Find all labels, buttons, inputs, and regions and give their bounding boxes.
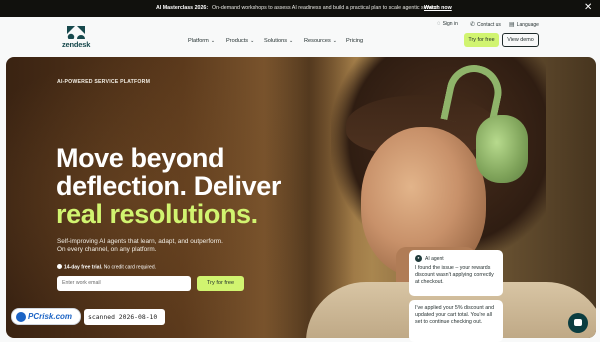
trial-note: 14-day free trial. No credit card requir… xyxy=(57,264,156,271)
headphone-earcup xyxy=(476,115,528,183)
user-icon: ◌ xyxy=(437,21,441,27)
nav-pricing[interactable]: Pricing xyxy=(346,38,363,44)
logo-wordmark: zendesk xyxy=(62,40,91,49)
ai-agent-message-card: ● AI agent I found the issue – your rewa… xyxy=(409,250,503,296)
nav-solutions[interactable]: Solutions ⌄ xyxy=(264,38,293,44)
site-header: zendesk ◌ Sign in ✆ Contact us ▤ Languag… xyxy=(0,17,600,57)
nav-label: Products xyxy=(226,38,249,44)
phone-icon: ✆ xyxy=(470,22,476,28)
nav-label: Platform xyxy=(188,38,209,44)
work-email-input[interactable]: Enter work email xyxy=(57,276,191,291)
announcement-text: On-demand workshops to assess AI readine… xyxy=(212,5,440,11)
trial-note-bold: 14-day free trial. xyxy=(64,264,103,271)
announcement-bar: AI Masterclass 2026: On-demand workshops… xyxy=(0,0,600,17)
ai-agent-avatar: ● xyxy=(415,255,422,262)
close-icon[interactable]: ✕ xyxy=(584,2,592,14)
nav-platform[interactable]: Platform ⌄ xyxy=(188,38,215,44)
hero-headline-line-1: Move beyond xyxy=(56,143,225,173)
chat-launcher-button[interactable] xyxy=(568,313,588,333)
hero-try-for-free-button[interactable]: Try for free xyxy=(197,276,244,291)
sign-in-link[interactable]: ◌ Sign in xyxy=(437,21,458,27)
nav-label: Resources xyxy=(304,38,331,44)
ai-agent-message-1: I found the issue – your rewards discoun… xyxy=(415,265,494,285)
ai-agent-label: AI agent xyxy=(425,255,444,262)
nav-label: Pricing xyxy=(346,38,364,44)
pcrisk-brand: PCrisk.com xyxy=(28,312,73,321)
nav-products[interactable]: Products ⌄ xyxy=(226,38,254,44)
sign-in-label: Sign in xyxy=(442,21,458,27)
trial-note-rest: No credit card required. xyxy=(103,264,156,271)
contact-label: Contact us xyxy=(477,21,501,28)
pcrisk-shield-icon xyxy=(16,312,26,322)
ai-agent-message-2: I've applied your 5% discount and update… xyxy=(415,305,495,325)
hero-subtitle-line-2: On every channel, on any platform. xyxy=(57,246,157,253)
hero-eyebrow: AI-POWERED SERVICE PLATFORM xyxy=(57,79,151,85)
watch-now-link[interactable]: Watch now xyxy=(424,5,452,11)
language-label: Language xyxy=(516,21,539,28)
zendesk-logo-icon xyxy=(67,26,85,39)
pcrisk-watermark: PCrisk.com xyxy=(11,308,81,325)
view-demo-button[interactable]: View demo xyxy=(502,33,539,47)
ai-agent-message-card-2: I've applied your 5% discount and update… xyxy=(409,300,503,342)
ai-agent-header: ● AI agent xyxy=(415,255,497,262)
clock-icon xyxy=(57,264,62,269)
chevron-down-icon: ⌄ xyxy=(210,38,216,44)
language-link[interactable]: ▤ Language xyxy=(509,21,539,29)
hero-subtitle-line-1: Self-improving AI agents that learn, ada… xyxy=(57,238,223,245)
nav-resources[interactable]: Resources ⌄ xyxy=(304,38,337,44)
hero-headline-line-3: real resolutions. xyxy=(56,199,258,229)
chevron-down-icon: ⌄ xyxy=(250,38,255,44)
announcement-title: AI Masterclass 2026: xyxy=(156,5,209,11)
zendesk-logo[interactable]: zendesk xyxy=(62,26,92,50)
chevron-down-icon: ⌄ xyxy=(289,38,294,44)
contact-link[interactable]: ✆ Contact us xyxy=(470,21,501,29)
hero-headline-line-2: deflection. Deliver xyxy=(56,171,281,201)
chevron-down-icon: ⌄ xyxy=(332,38,337,44)
scan-stamp: scanned 2026-08-10 xyxy=(84,309,165,325)
try-for-free-button[interactable]: Try for free xyxy=(464,33,499,47)
globe-icon: ▤ xyxy=(509,22,515,28)
chat-bubble-icon xyxy=(574,319,582,326)
nav-label: Solutions xyxy=(264,38,288,44)
